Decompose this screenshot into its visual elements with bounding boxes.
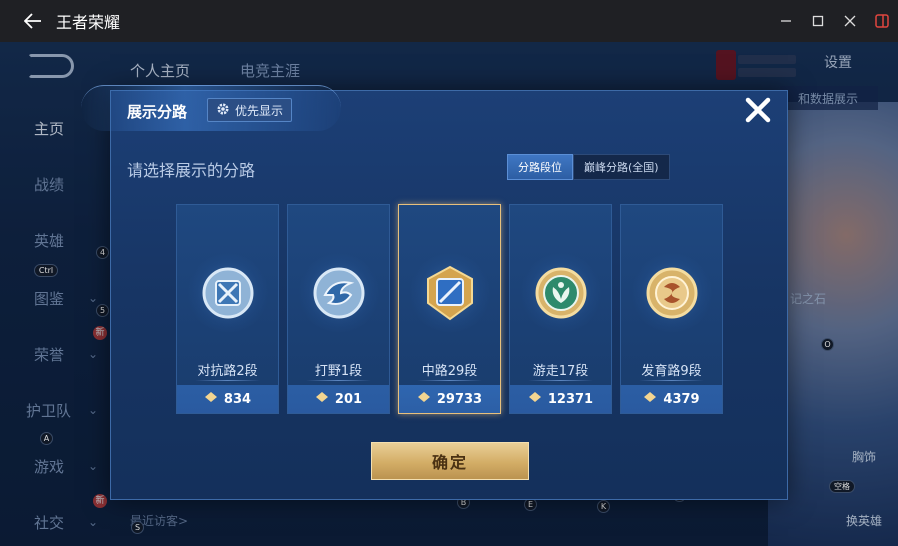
divider bbox=[306, 380, 371, 381]
lane-score-value: 29733 bbox=[436, 391, 483, 407]
window-title: 王者荣耀 bbox=[56, 13, 121, 32]
gear-icon bbox=[216, 102, 230, 119]
modal-title: 展示分路 bbox=[127, 103, 188, 121]
lane-score: 29733 bbox=[399, 385, 500, 413]
lane-view-toggle: 分路段位 巅峰分路(全国) bbox=[507, 154, 670, 180]
hotkey-hint: K bbox=[597, 500, 610, 513]
confirm-button[interactable]: 确定 bbox=[371, 442, 529, 480]
power-icon bbox=[417, 391, 431, 407]
lane-cards: 对抗路2段 834 打野1段 201 中路29段 29733 游走17段 123… bbox=[176, 204, 724, 416]
lane-score: 201 bbox=[288, 385, 389, 413]
mid-lane-emblem-icon bbox=[410, 253, 490, 333]
lane-display-modal: 展示分路 优先显示 请选择展示的分路 分路段位 巅峰分路(全国) 对抗路2段 8… bbox=[81, 85, 788, 500]
divider bbox=[195, 380, 260, 381]
hotkey-hint: S bbox=[131, 521, 144, 534]
lane-score: 4379 bbox=[621, 385, 722, 413]
lane-score-value: 201 bbox=[334, 391, 363, 407]
hotkey-hint: 空格 bbox=[829, 480, 855, 493]
back-arrow-icon[interactable] bbox=[22, 10, 44, 32]
jungle-emblem-icon bbox=[299, 253, 379, 333]
lane-score-value: 834 bbox=[223, 391, 252, 407]
tab-lane-rank[interactable]: 分路段位 bbox=[507, 154, 573, 180]
hotkey-hint: A bbox=[40, 432, 53, 445]
maximize-icon[interactable] bbox=[802, 0, 834, 42]
lane-rank-label: 中路29段 bbox=[421, 364, 478, 379]
power-icon bbox=[204, 391, 218, 407]
lane-score-value: 4379 bbox=[663, 391, 700, 407]
farm-lane-emblem-icon bbox=[632, 253, 712, 333]
sidebar-toggle-icon[interactable] bbox=[866, 0, 898, 42]
power-icon bbox=[528, 391, 542, 407]
divider bbox=[639, 380, 704, 381]
lane-card-jungle[interactable]: 打野1段 201 bbox=[287, 204, 390, 414]
hotkey-hint: 4 bbox=[96, 246, 109, 259]
priority-display-label: 优先显示 bbox=[235, 103, 284, 118]
priority-display-button[interactable]: 优先显示 bbox=[207, 98, 293, 122]
minimize-icon[interactable] bbox=[770, 0, 802, 42]
lane-card-farm[interactable]: 发育路9段 4379 bbox=[620, 204, 723, 414]
lane-card-mid[interactable]: 中路29段 29733 bbox=[398, 204, 501, 414]
hotkey-hint: 5 bbox=[96, 304, 109, 317]
divider bbox=[528, 380, 593, 381]
modal-subtitle: 请选择展示的分路 bbox=[127, 161, 256, 180]
lane-score: 834 bbox=[177, 385, 278, 413]
lane-score-value: 12371 bbox=[547, 391, 594, 407]
power-icon bbox=[643, 391, 657, 407]
power-icon bbox=[315, 391, 329, 407]
lane-card-top[interactable]: 对抗路2段 834 bbox=[176, 204, 279, 414]
hotkey-hint: O bbox=[821, 338, 834, 351]
top-lane-emblem-icon bbox=[188, 253, 268, 333]
lane-rank-label: 对抗路2段 bbox=[197, 364, 258, 379]
lane-rank-label: 发育路9段 bbox=[641, 364, 702, 379]
divider bbox=[417, 380, 482, 381]
window-titlebar: 王者荣耀 bbox=[0, 0, 898, 42]
close-icon[interactable] bbox=[743, 95, 773, 125]
tab-peak-lane-national[interactable]: 巅峰分路(全国) bbox=[573, 154, 670, 180]
hotkey-hint: Ctrl bbox=[34, 264, 58, 277]
roam-emblem-icon bbox=[521, 253, 601, 333]
lane-rank-label: 打野1段 bbox=[314, 364, 363, 379]
lane-rank-label: 游走17段 bbox=[532, 364, 589, 379]
lane-score: 12371 bbox=[510, 385, 611, 413]
close-window-icon[interactable] bbox=[834, 0, 866, 42]
lane-card-roam[interactable]: 游走17段 12371 bbox=[509, 204, 612, 414]
